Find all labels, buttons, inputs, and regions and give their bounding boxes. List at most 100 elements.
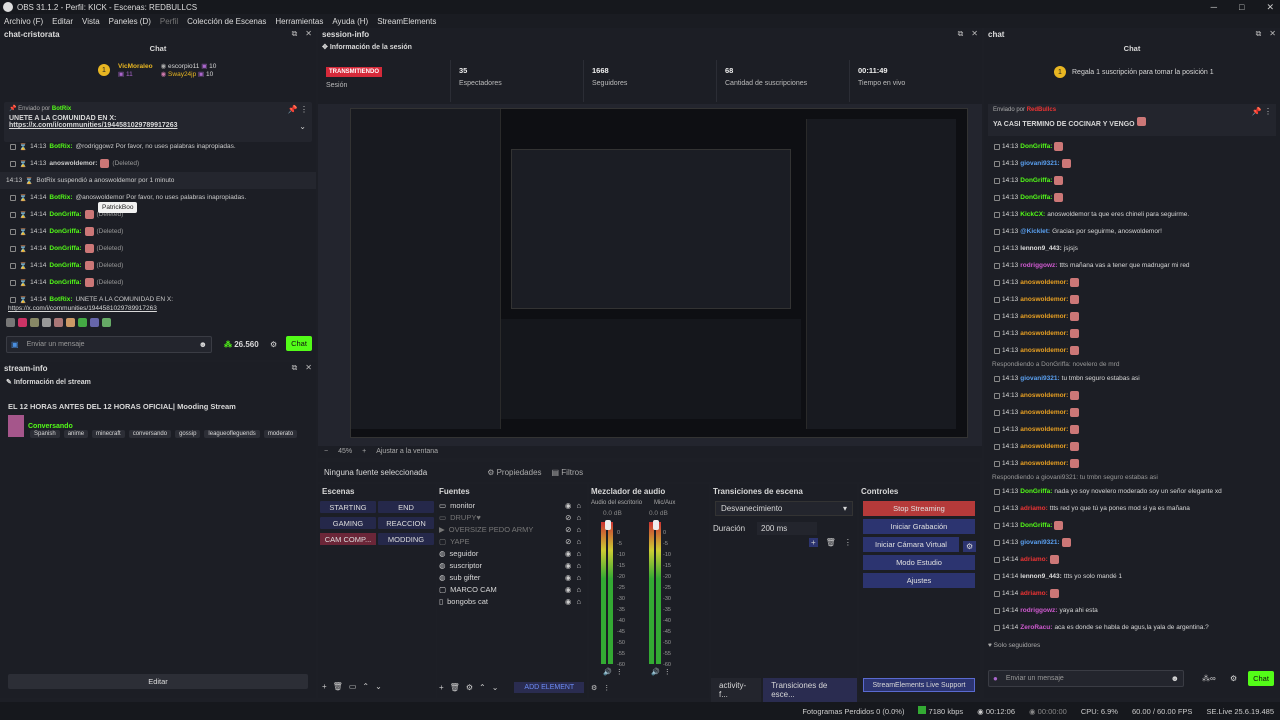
- source-item[interactable]: ◍ suscriptor ◉ ⌂: [437, 559, 587, 571]
- timeout-icon[interactable]: ⌛: [19, 143, 27, 151]
- msg-user[interactable]: DonGriffa:: [1020, 143, 1052, 150]
- edit-button[interactable]: Editar: [8, 674, 308, 689]
- tab-activity[interactable]: activity-f...: [711, 678, 762, 702]
- emote-icon[interactable]: [90, 318, 99, 327]
- menu-vista[interactable]: Vista: [82, 17, 100, 26]
- float-icon[interactable]: ⧉: [292, 363, 298, 373]
- delete-icon[interactable]: [994, 177, 1000, 184]
- delete-icon[interactable]: [994, 607, 1000, 614]
- delete-icon[interactable]: [994, 330, 1000, 337]
- menu-ayuda[interactable]: Ayuda (H): [332, 17, 368, 26]
- msg-user[interactable]: adriamo:: [1020, 590, 1047, 597]
- delete-icon[interactable]: [994, 228, 1000, 235]
- delete-icon[interactable]: [994, 160, 1000, 167]
- delete-icon[interactable]: [994, 590, 1000, 597]
- scene-starting[interactable]: STARTING: [320, 501, 376, 513]
- emoji-icon[interactable]: ☻: [199, 340, 207, 349]
- delete-icon[interactable]: [994, 426, 1000, 433]
- up-icon[interactable]: ⌃: [362, 682, 369, 691]
- delete-icon[interactable]: [10, 194, 16, 201]
- msg-user[interactable]: BotRix:: [49, 296, 72, 303]
- delete-icon[interactable]: [994, 522, 1000, 529]
- delete-icon[interactable]: [994, 460, 1000, 467]
- source-item[interactable]: ▢ MARCO CAM ◉ ⌂: [437, 583, 587, 595]
- msg-user[interactable]: anoswoldemor:: [1020, 443, 1068, 450]
- msg-user[interactable]: adriamo:: [1020, 556, 1047, 563]
- se-support-button[interactable]: StreamElements Live Support: [863, 678, 975, 692]
- eye-icon[interactable]: ◉: [565, 561, 572, 570]
- settings-icon[interactable]: ⚙: [466, 683, 473, 692]
- scene-gaming[interactable]: GAMING: [320, 517, 376, 529]
- studio-mode-button[interactable]: Modo Estudio: [863, 555, 975, 570]
- maximize-button[interactable]: □: [1239, 2, 1244, 12]
- delete-icon[interactable]: [10, 296, 16, 303]
- timeout-icon[interactable]: ⌛: [19, 194, 27, 202]
- msg-user[interactable]: adriamo:: [1020, 505, 1047, 512]
- close-icon[interactable]: ✕: [971, 29, 978, 39]
- delete-icon[interactable]: [994, 573, 1000, 580]
- lock-icon[interactable]: ⌂: [576, 549, 581, 558]
- delete-icon[interactable]: [994, 556, 1000, 563]
- source-item[interactable]: ◍ seguidor ◉ ⌂: [437, 547, 587, 559]
- msg-user[interactable]: anoswoldemor:: [1020, 409, 1068, 416]
- msg-user[interactable]: KickCX:: [1020, 211, 1045, 218]
- settings-icon[interactable]: ⚙: [1230, 674, 1237, 683]
- eye-off-icon[interactable]: ⊘: [565, 537, 571, 546]
- msg-user[interactable]: lennon9_443:: [1020, 573, 1062, 580]
- emote-icon[interactable]: [42, 318, 51, 327]
- msg-user[interactable]: anoswoldemor:: [1020, 330, 1068, 337]
- menu-perfil[interactable]: Perfil: [160, 17, 178, 26]
- points-icon[interactable]: ⁂∞: [1202, 674, 1216, 683]
- msg-user[interactable]: ZeroRacu:: [1020, 624, 1052, 631]
- timeout-icon[interactable]: ⌛: [19, 160, 27, 168]
- properties-button[interactable]: ⚙ Propiedades: [487, 468, 541, 477]
- msg-user[interactable]: rodriggowz:: [1020, 607, 1057, 614]
- trash-icon[interactable]: 🗑: [450, 683, 460, 692]
- trash-icon[interactable]: 🗑: [826, 538, 836, 547]
- msg-user[interactable]: anoswoldemor:: [1020, 392, 1068, 399]
- zoom-in-button[interactable]: +: [362, 448, 366, 455]
- lock-icon[interactable]: ⌂: [576, 573, 581, 582]
- timeout-icon[interactable]: ⌛: [19, 262, 27, 270]
- msg-link[interactable]: https://x.com/i/communities/194458102978…: [0, 305, 316, 312]
- tab-transitions[interactable]: Transiciones de esce...: [763, 678, 857, 702]
- msg-user[interactable]: BotRix:: [49, 194, 72, 201]
- virtual-camera-button[interactable]: Iniciar Cámara Virtual: [863, 537, 959, 552]
- chevron-down-icon[interactable]: ⌄: [299, 122, 306, 131]
- msg-user[interactable]: DonGriffa:: [1020, 177, 1052, 184]
- eye-off-icon[interactable]: ⊘: [565, 513, 571, 522]
- scene-end[interactable]: END: [378, 501, 434, 513]
- minimize-button[interactable]: ─: [1211, 2, 1217, 12]
- close-button[interactable]: ✕: [1266, 2, 1274, 13]
- msg-user[interactable]: anoswoldemor:: [49, 160, 97, 167]
- stop-streaming-button[interactable]: Stop Streaming: [863, 501, 975, 516]
- timeout-icon[interactable]: ⌛: [19, 245, 27, 253]
- timeout-icon[interactable]: ⌛: [19, 279, 27, 287]
- lock-icon[interactable]: ⌂: [576, 513, 581, 522]
- transition-select[interactable]: Desvanecimiento ▾: [715, 501, 853, 516]
- duration-input[interactable]: 200 ms: [757, 522, 818, 535]
- more-icon[interactable]: ⋮: [603, 684, 610, 692]
- chat-input[interactable]: ▣ Enviar un mensaje ☻: [6, 336, 212, 353]
- msg-user[interactable]: DonGriffa:: [49, 245, 81, 252]
- source-item[interactable]: ◍ sub gifter ◉ ⌂: [437, 571, 587, 583]
- preview-area[interactable]: [318, 104, 982, 446]
- menu-editar[interactable]: Editar: [52, 17, 73, 26]
- delete-icon[interactable]: [994, 539, 1000, 546]
- delete-icon[interactable]: [994, 296, 1000, 303]
- delete-icon[interactable]: [994, 143, 1000, 150]
- channel-1-fader[interactable]: [605, 520, 611, 530]
- msg-user[interactable]: anoswoldemor:: [1020, 279, 1068, 286]
- scene-modding[interactable]: MODDING: [378, 533, 434, 545]
- source-item[interactable]: ▯ bongobs cat ◉ ⌂: [437, 595, 587, 607]
- msg-user[interactable]: BotRix:: [49, 143, 72, 150]
- delete-icon[interactable]: [10, 262, 16, 269]
- emote-icon[interactable]: [54, 318, 63, 327]
- msg-user[interactable]: DonGriffa:: [49, 279, 81, 286]
- menu-streamelements[interactable]: StreamElements: [377, 17, 436, 26]
- msg-user[interactable]: lennon9_443:: [1020, 245, 1062, 252]
- down-icon[interactable]: ⌄: [375, 682, 382, 691]
- more-icon[interactable]: ⋮: [844, 538, 852, 547]
- delete-icon[interactable]: [10, 228, 16, 235]
- down-icon[interactable]: ⌄: [492, 683, 499, 692]
